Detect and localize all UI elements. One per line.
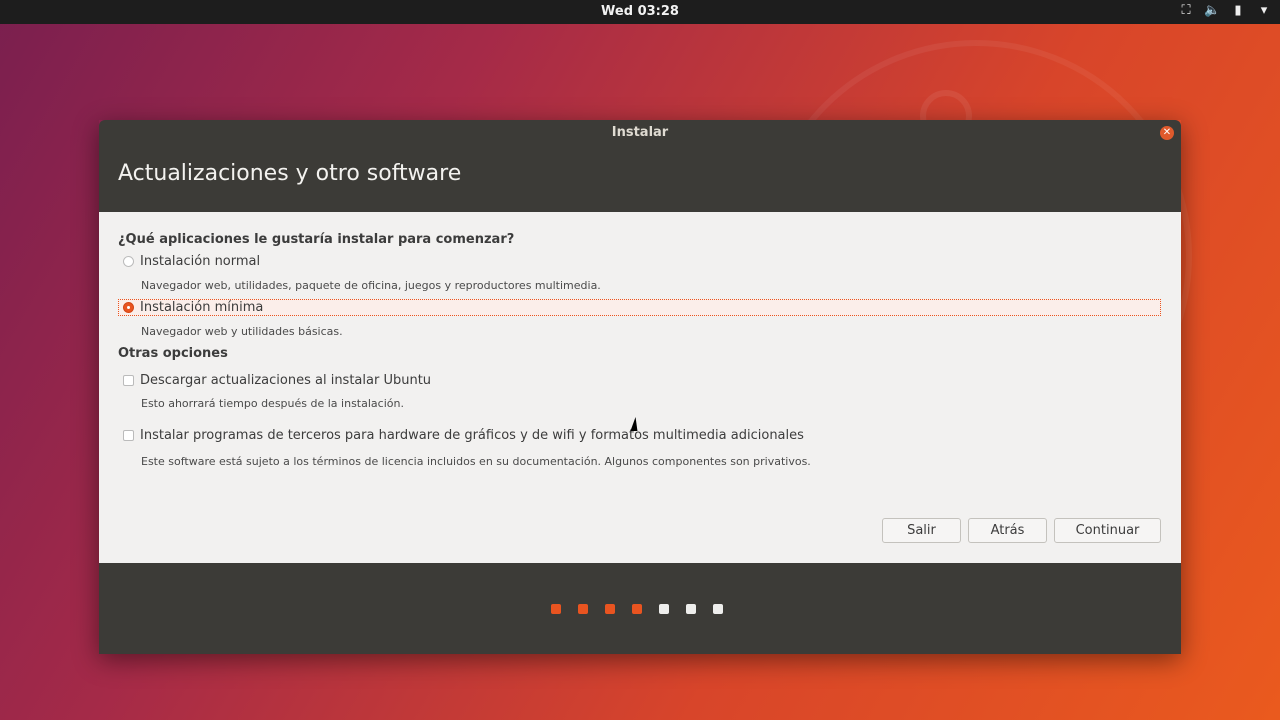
radio-normal-install[interactable]: Instalación normal [118, 254, 260, 269]
selection-highlight [118, 299, 1161, 316]
network-icon[interactable]: ⛶ [1178, 3, 1194, 19]
option-description: Este software está sujeto a los términos… [141, 455, 811, 468]
radio-button-selected[interactable] [123, 302, 134, 313]
window-title: Instalar [611, 125, 669, 140]
progress-footer [99, 563, 1181, 654]
system-tray[interactable]: ⛶ 🔈 ▮ ▾ [1178, 3, 1272, 19]
check-third-party[interactable]: Instalar programas de terceros para hard… [118, 428, 804, 443]
battery-icon[interactable]: ▮ [1230, 3, 1246, 19]
radio-label: Instalación normal [140, 254, 261, 269]
option-description: Esto ahorrará tiempo después de la insta… [141, 397, 404, 410]
install-question: ¿Qué aplicaciones le gustaría instalar p… [118, 232, 515, 247]
option-description: Navegador web, utilidades, paquete de of… [141, 279, 601, 292]
option-description: Navegador web y utilidades básicas. [141, 325, 343, 338]
close-icon[interactable]: ✕ [1160, 126, 1174, 140]
content-area: ¿Qué aplicaciones le gustaría instalar p… [99, 212, 1181, 563]
radio-minimal-install[interactable]: Instalación mínima [118, 300, 263, 315]
page-title: Actualizaciones y otro software [118, 161, 462, 186]
window-titlebar[interactable]: Instalar ✕ [99, 120, 1181, 146]
checkbox-label: Instalar programas de terceros para hard… [140, 428, 804, 443]
progress-dot [605, 604, 615, 614]
page-header: Actualizaciones y otro software [99, 146, 1181, 212]
checkbox[interactable] [123, 375, 134, 386]
progress-dot [659, 604, 669, 614]
radio-label: Instalación mínima [140, 300, 264, 315]
menu-arrow-icon[interactable]: ▾ [1256, 3, 1272, 19]
progress-dot [713, 604, 723, 614]
other-options-heading: Otras opciones [118, 346, 228, 361]
progress-dots [551, 604, 723, 614]
check-download-updates[interactable]: Descargar actualizaciones al instalar Ub… [118, 373, 431, 388]
clock[interactable]: Wed 03:28 [0, 4, 1280, 19]
back-button[interactable]: Atrás [968, 518, 1047, 543]
continue-button[interactable]: Continuar [1054, 518, 1161, 543]
progress-dot [578, 604, 588, 614]
installer-window: Instalar ✕ Actualizaciones y otro softwa… [99, 120, 1181, 654]
radio-button[interactable] [123, 256, 134, 267]
quit-button[interactable]: Salir [882, 518, 961, 543]
top-bar: Wed 03:28 ⛶ 🔈 ▮ ▾ [0, 0, 1280, 24]
volume-icon[interactable]: 🔈 [1204, 3, 1220, 19]
progress-dot [551, 604, 561, 614]
checkbox-label: Descargar actualizaciones al instalar Ub… [140, 373, 432, 388]
progress-dot [686, 604, 696, 614]
progress-dot [632, 604, 642, 614]
checkbox[interactable] [123, 430, 134, 441]
